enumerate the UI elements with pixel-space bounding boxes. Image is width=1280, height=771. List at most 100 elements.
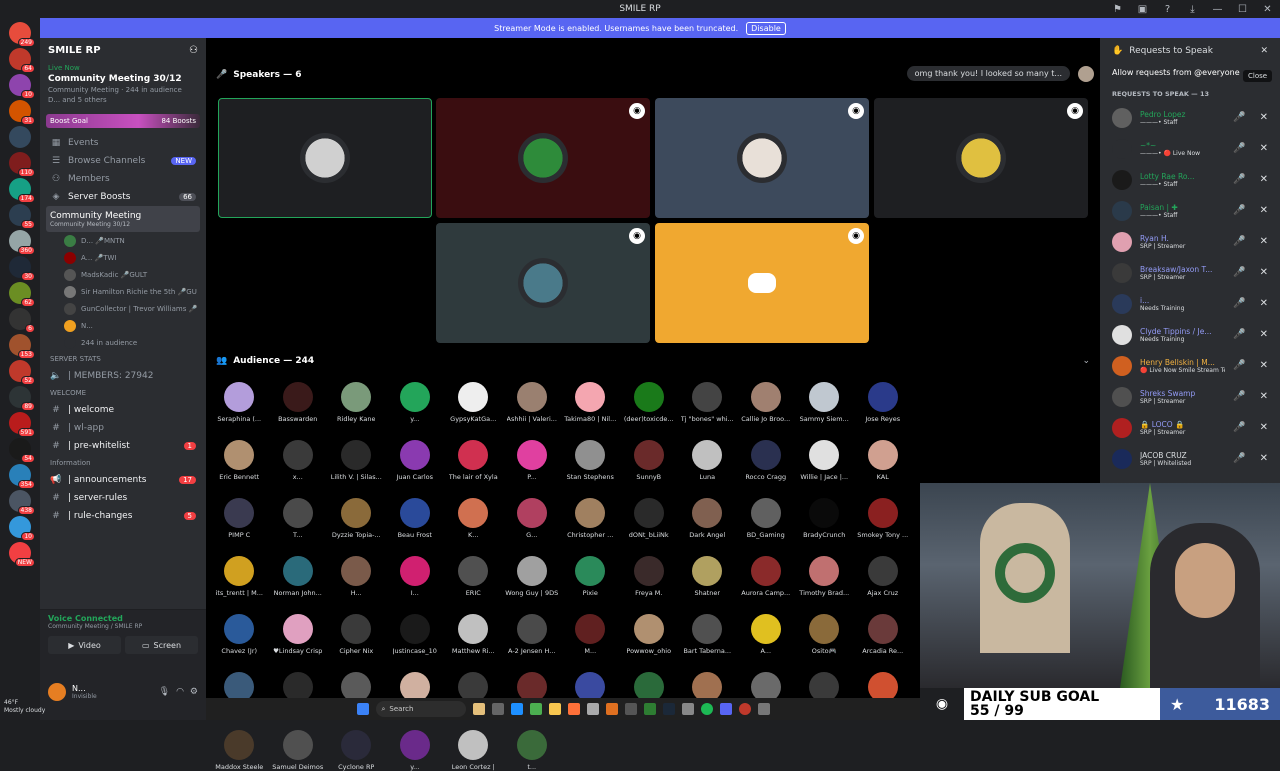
audience-member[interactable]: GypsyKatGa... xyxy=(444,382,503,423)
app5-icon[interactable] xyxy=(681,703,694,715)
invite-to-speak-icon[interactable]: 🎤 xyxy=(1233,205,1245,216)
server-icon[interactable]: 153 xyxy=(9,334,35,359)
camera-icon[interactable]: ◉ xyxy=(1067,103,1083,119)
audience-member[interactable]: SunnyB xyxy=(620,440,679,481)
invite-to-speak-icon[interactable]: 🎤 xyxy=(1233,267,1245,278)
audience-member[interactable]: Pixie xyxy=(561,556,620,597)
audience-member[interactable]: Jose Reyes xyxy=(854,382,913,423)
channel-item[interactable]: # | rule-changes 5 xyxy=(40,507,206,525)
screen-icon[interactable]: ▣ xyxy=(1130,0,1155,18)
audience-member[interactable]: I... xyxy=(386,556,445,597)
server-icon[interactable]: NEW xyxy=(9,542,35,567)
speaker-tile[interactable]: ◉ xyxy=(655,223,869,343)
camera-icon[interactable]: ◉ xyxy=(848,228,864,244)
dismiss-icon[interactable]: ✕ xyxy=(1260,391,1268,402)
audience-member[interactable]: Sammy Siem... xyxy=(795,382,854,423)
server-icon[interactable]: 30 xyxy=(9,256,35,281)
stage-user[interactable]: GunCollector | Trevor Williams 🎤 xyxy=(40,300,206,317)
request-row[interactable]: ~*~ ———• 🔴 Live Now 🎤 ✕ xyxy=(1100,133,1280,164)
chat-preview[interactable]: omg thank you! I looked so many t... xyxy=(906,66,1070,81)
audience-member[interactable]: Bart Taberna... xyxy=(678,614,737,655)
dismiss-icon[interactable]: ✕ xyxy=(1260,329,1268,340)
invite-to-speak-icon[interactable]: 🎤 xyxy=(1233,298,1245,309)
screen-share-button[interactable]: ▭ Screen xyxy=(125,636,198,654)
audience-member[interactable]: ♥Lindsay Crisp xyxy=(269,614,328,655)
speaker-tile[interactable]: ◉ xyxy=(874,98,1088,218)
audience-member[interactable]: Chavez (Jr) xyxy=(210,614,269,655)
server-icon[interactable]: 54 xyxy=(9,438,35,463)
audience-member[interactable]: Shatner xyxy=(678,556,737,597)
request-row[interactable]: 🔒 LOCO 🔒 SRP | Streamer 🎤 ✕ xyxy=(1100,412,1280,443)
invite-to-speak-icon[interactable]: 🎤 xyxy=(1233,391,1245,402)
request-row[interactable]: Shreks Swamp SRP | Streamer 🎤 ✕ xyxy=(1100,381,1280,412)
invite-to-speak-icon[interactable]: 🎤 xyxy=(1233,112,1245,123)
audience-member[interactable]: M... xyxy=(561,614,620,655)
headphones-icon[interactable]: ◠ xyxy=(176,687,184,697)
audience-member[interactable]: Lilith V. | Silas... xyxy=(327,440,386,481)
audience-member[interactable]: (deer)toxicde... xyxy=(620,382,679,423)
inbox-icon[interactable]: ⚑ xyxy=(1105,0,1130,18)
camera-icon[interactable]: ◉ xyxy=(848,103,864,119)
audience-member[interactable]: Freya M. xyxy=(620,556,679,597)
disable-streamer-button[interactable]: Disable xyxy=(746,21,786,35)
stage-user[interactable]: N... xyxy=(40,317,206,334)
audience-member[interactable]: Seraphina (... xyxy=(210,382,269,423)
maximize-button[interactable]: ☐ xyxy=(1230,0,1255,18)
server-icon[interactable]: 6 xyxy=(9,308,35,333)
weather-widget[interactable]: 46°F Mostly cloudy xyxy=(4,699,45,715)
audience-member[interactable]: P... xyxy=(503,440,562,481)
mic-icon[interactable]: 🎙 xyxy=(159,687,170,697)
request-row[interactable]: Breaksaw/Jaxon T... SRP | Streamer 🎤 ✕ xyxy=(1100,257,1280,288)
category-header[interactable]: WELCOME xyxy=(40,385,206,401)
audience-member[interactable]: Timothy Brad... xyxy=(795,556,854,597)
channel-item[interactable]: 🔈 | MEMBERS: 27942 xyxy=(40,367,206,385)
folder-icon[interactable] xyxy=(548,703,561,715)
audience-member[interactable]: Powwow_ohio xyxy=(620,614,679,655)
request-row[interactable]: Paisan | ✚ ———• Staff 🎤 ✕ xyxy=(1100,195,1280,226)
audience-member[interactable]: y... xyxy=(386,382,445,423)
obs-icon[interactable] xyxy=(738,703,751,715)
audience-member[interactable]: Matthew Ri... xyxy=(444,614,503,655)
audience-member[interactable]: Norman John... xyxy=(269,556,328,597)
boost-goal-bar[interactable]: Boost Goal 84 Boosts xyxy=(46,114,200,128)
audience-member[interactable]: H... xyxy=(327,556,386,597)
download-icon[interactable]: ⤓ xyxy=(1180,0,1205,18)
dismiss-icon[interactable]: ✕ xyxy=(1260,267,1268,278)
channel-item[interactable]: # | server-rules xyxy=(40,489,206,507)
steam-icon[interactable] xyxy=(662,703,675,715)
dismiss-icon[interactable]: ✕ xyxy=(1260,298,1268,309)
invite-to-speak-icon[interactable]: 🎤 xyxy=(1233,329,1245,340)
stage-user[interactable]: Sir Hamilton Richie the 5th 🎤GU xyxy=(40,283,206,300)
settings-gear-icon[interactable]: ⚙ xyxy=(190,687,198,697)
audience-member[interactable]: Juan Carlos xyxy=(386,440,445,481)
dismiss-icon[interactable]: ✕ xyxy=(1260,205,1268,216)
server-icon[interactable]: 52 xyxy=(9,360,35,385)
stage-user[interactable]: MadsKadic 🎤GULT xyxy=(40,266,206,283)
invite-to-speak-icon[interactable]: 🎤 xyxy=(1233,236,1245,247)
audience-member[interactable]: Basswarden xyxy=(269,382,328,423)
minimize-button[interactable]: — xyxy=(1205,0,1230,18)
audience-member[interactable]: KAL xyxy=(854,440,913,481)
audience-member[interactable]: Justincase_10 xyxy=(386,614,445,655)
invite-to-speak-icon[interactable]: 🎤 xyxy=(1233,174,1245,185)
start-icon[interactable] xyxy=(356,703,369,715)
invite-to-speak-icon[interactable]: 🎤 xyxy=(1233,453,1245,464)
sidebar-item-members[interactable]: ⚇ Members xyxy=(40,170,206,188)
stage-user[interactable]: D... 🎤MNTN xyxy=(40,232,206,249)
edge-icon[interactable] xyxy=(510,703,523,715)
server-icon[interactable]: 354 xyxy=(9,464,35,489)
speaker-tile[interactable]: ◉ xyxy=(436,98,650,218)
add-member-icon[interactable]: ⚇ xyxy=(189,45,198,56)
audience-member[interactable]: A-2 Jensen H... xyxy=(503,614,562,655)
audience-member[interactable]: y... xyxy=(386,730,445,771)
channel-item[interactable]: 📢 | announcements 17 xyxy=(40,471,206,489)
server-icon[interactable]: 360 xyxy=(9,230,35,255)
app-icon[interactable] xyxy=(586,703,599,715)
audience-member[interactable]: Willie | Jace |... xyxy=(795,440,854,481)
camera-icon[interactable]: ◉ xyxy=(629,228,645,244)
audience-member[interactable]: Samuel Deimos xyxy=(269,730,328,771)
audience-member[interactable]: Aurora Camp... xyxy=(737,556,796,597)
audience-member[interactable]: K... xyxy=(444,498,503,539)
dismiss-icon[interactable]: ✕ xyxy=(1260,453,1268,464)
close-icon[interactable]: ✕ xyxy=(1260,46,1268,56)
